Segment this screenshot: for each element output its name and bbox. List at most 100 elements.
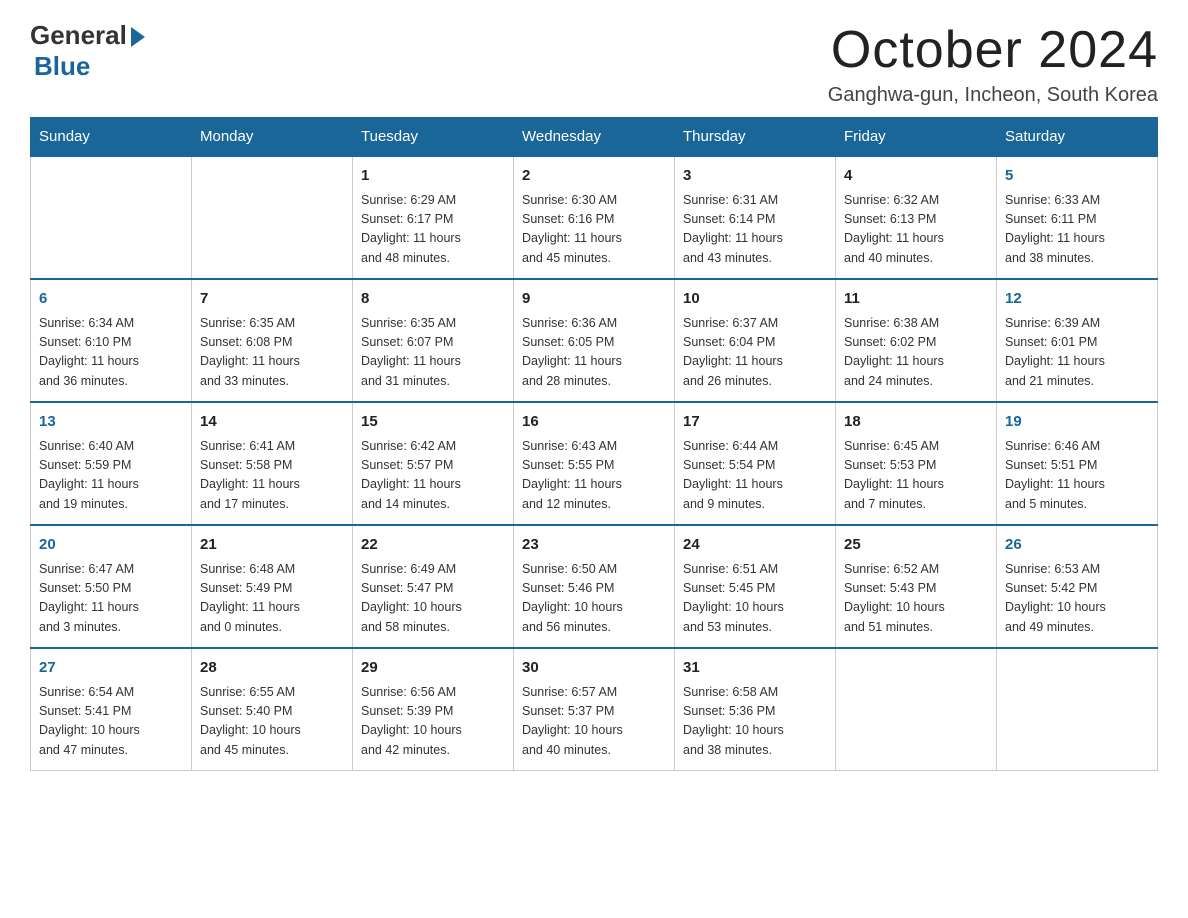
calendar-cell: 18 Sunrise: 6:45 AM Sunset: 5:53 PM Dayli… (836, 402, 997, 525)
calendar-table: SundayMondayTuesdayWednesdayThursdayFrid… (30, 117, 1158, 771)
day-info: Sunrise: 6:38 AM Sunset: 6:02 PM Dayligh… (844, 314, 988, 392)
day-number: 5 (1005, 165, 1149, 188)
day-info: Sunrise: 6:52 AM Sunset: 5:43 PM Dayligh… (844, 560, 988, 638)
day-info: Sunrise: 6:48 AM Sunset: 5:49 PM Dayligh… (200, 560, 344, 638)
calendar-cell: 13Sunrise: 6:40 AM Sunset: 5:59 PM Dayli… (31, 402, 192, 525)
calendar-week-1: 1 Sunrise: 6:29 AM Sunset: 6:17 PM Daylig… (31, 156, 1158, 279)
calendar-cell: 7Sunrise: 6:35 AM Sunset: 6:08 PM Daylig… (192, 279, 353, 402)
logo-blue-text: Blue (34, 51, 90, 82)
weekday-header-tuesday: Tuesday (353, 118, 514, 157)
day-info: Sunrise: 6:43 AM Sunset: 5:55 PM Dayligh… (522, 437, 666, 515)
day-number: 21 (200, 534, 344, 557)
day-info: Sunrise: 6:53 AM Sunset: 5:42 PM Dayligh… (1005, 560, 1149, 638)
day-info: Sunrise: 6:57 AM Sunset: 5:37 PM Dayligh… (522, 683, 666, 761)
day-number: 9 (522, 288, 666, 311)
day-info: Sunrise: 6:46 AM Sunset: 5:51 PM Dayligh… (1005, 437, 1149, 515)
calendar-cell: 6 Sunrise: 6:34 AM Sunset: 6:10 PM Daylig… (31, 279, 192, 402)
calendar-cell: 30 Sunrise: 6:57 AM Sunset: 5:37 PM Dayli… (514, 648, 675, 771)
day-number: 15 (361, 411, 505, 434)
calendar-cell: 19 Sunrise: 6:46 AM Sunset: 5:51 PM Dayli… (997, 402, 1158, 525)
day-number: 14 (200, 411, 344, 434)
day-number: 4 (844, 165, 988, 188)
day-number: 2 (522, 165, 666, 188)
weekday-header-friday: Friday (836, 118, 997, 157)
calendar-cell: 22Sunrise: 6:49 AM Sunset: 5:47 PM Dayli… (353, 525, 514, 648)
day-info: Sunrise: 6:32 AM Sunset: 6:13 PM Dayligh… (844, 191, 988, 269)
calendar-cell: 17 Sunrise: 6:44 AM Sunset: 5:54 PM Dayli… (675, 402, 836, 525)
calendar-cell: 3Sunrise: 6:31 AM Sunset: 6:14 PM Daylig… (675, 156, 836, 279)
day-number: 29 (361, 657, 505, 680)
calendar-cell: 28 Sunrise: 6:55 AM Sunset: 5:40 PM Dayli… (192, 648, 353, 771)
day-info: Sunrise: 6:50 AM Sunset: 5:46 PM Dayligh… (522, 560, 666, 638)
day-info: Sunrise: 6:51 AM Sunset: 5:45 PM Dayligh… (683, 560, 827, 638)
day-info: Sunrise: 6:45 AM Sunset: 5:53 PM Dayligh… (844, 437, 988, 515)
calendar-cell: 24 Sunrise: 6:51 AM Sunset: 5:45 PM Dayli… (675, 525, 836, 648)
calendar-cell: 20Sunrise: 6:47 AM Sunset: 5:50 PM Dayli… (31, 525, 192, 648)
day-number: 28 (200, 657, 344, 680)
day-info: Sunrise: 6:54 AM Sunset: 5:41 PM Dayligh… (39, 683, 183, 761)
calendar-cell (997, 648, 1158, 771)
calendar-cell (192, 156, 353, 279)
logo: General Blue (30, 20, 145, 82)
weekday-header-monday: Monday (192, 118, 353, 157)
day-number: 25 (844, 534, 988, 557)
calendar-cell: 10 Sunrise: 6:37 AM Sunset: 6:04 PM Dayli… (675, 279, 836, 402)
day-number: 1 (361, 165, 505, 188)
day-number: 30 (522, 657, 666, 680)
calendar-cell: 31 Sunrise: 6:58 AM Sunset: 5:36 PM Dayli… (675, 648, 836, 771)
day-info: Sunrise: 6:37 AM Sunset: 6:04 PM Dayligh… (683, 314, 827, 392)
day-info: Sunrise: 6:44 AM Sunset: 5:54 PM Dayligh… (683, 437, 827, 515)
day-info: Sunrise: 6:30 AM Sunset: 6:16 PM Dayligh… (522, 191, 666, 269)
day-info: Sunrise: 6:34 AM Sunset: 6:10 PM Dayligh… (39, 314, 183, 392)
calendar-cell: 23 Sunrise: 6:50 AM Sunset: 5:46 PM Dayli… (514, 525, 675, 648)
calendar-cell: 2 Sunrise: 6:30 AM Sunset: 6:16 PM Daylig… (514, 156, 675, 279)
day-info: Sunrise: 6:29 AM Sunset: 6:17 PM Dayligh… (361, 191, 505, 269)
month-title: October 2024 (828, 20, 1158, 80)
day-number: 16 (522, 411, 666, 434)
day-number: 10 (683, 288, 827, 311)
day-info: Sunrise: 6:33 AM Sunset: 6:11 PM Dayligh… (1005, 191, 1149, 269)
day-number: 24 (683, 534, 827, 557)
day-number: 23 (522, 534, 666, 557)
calendar-cell: 14 Sunrise: 6:41 AM Sunset: 5:58 PM Dayli… (192, 402, 353, 525)
day-number: 19 (1005, 411, 1149, 434)
logo-general-text: General (30, 20, 127, 51)
day-number: 8 (361, 288, 505, 311)
calendar-cell: 26 Sunrise: 6:53 AM Sunset: 5:42 PM Dayli… (997, 525, 1158, 648)
calendar-cell: 8 Sunrise: 6:35 AM Sunset: 6:07 PM Daylig… (353, 279, 514, 402)
header-row: SundayMondayTuesdayWednesdayThursdayFrid… (31, 118, 1158, 157)
day-number: 22 (361, 534, 505, 557)
day-number: 26 (1005, 534, 1149, 557)
day-info: Sunrise: 6:35 AM Sunset: 6:07 PM Dayligh… (361, 314, 505, 392)
day-info: Sunrise: 6:56 AM Sunset: 5:39 PM Dayligh… (361, 683, 505, 761)
day-info: Sunrise: 6:41 AM Sunset: 5:58 PM Dayligh… (200, 437, 344, 515)
calendar-week-3: 13Sunrise: 6:40 AM Sunset: 5:59 PM Dayli… (31, 402, 1158, 525)
day-number: 31 (683, 657, 827, 680)
day-number: 6 (39, 288, 183, 311)
calendar-cell: 16 Sunrise: 6:43 AM Sunset: 5:55 PM Dayli… (514, 402, 675, 525)
day-info: Sunrise: 6:36 AM Sunset: 6:05 PM Dayligh… (522, 314, 666, 392)
calendar-cell: 15 Sunrise: 6:42 AM Sunset: 5:57 PM Dayli… (353, 402, 514, 525)
day-number: 18 (844, 411, 988, 434)
calendar-week-5: 27Sunrise: 6:54 AM Sunset: 5:41 PM Dayli… (31, 648, 1158, 771)
day-number: 12 (1005, 288, 1149, 311)
day-number: 13 (39, 411, 183, 434)
weekday-header-sunday: Sunday (31, 118, 192, 157)
title-section: October 2024 Ganghwa-gun, Incheon, South… (828, 20, 1158, 107)
calendar-cell: 12Sunrise: 6:39 AM Sunset: 6:01 PM Dayli… (997, 279, 1158, 402)
calendar-cell (836, 648, 997, 771)
weekday-header-saturday: Saturday (997, 118, 1158, 157)
day-info: Sunrise: 6:47 AM Sunset: 5:50 PM Dayligh… (39, 560, 183, 638)
page-header: General Blue October 2024 Ganghwa-gun, I… (30, 20, 1158, 107)
calendar-cell: 9 Sunrise: 6:36 AM Sunset: 6:05 PM Daylig… (514, 279, 675, 402)
day-number: 11 (844, 288, 988, 311)
day-number: 17 (683, 411, 827, 434)
day-info: Sunrise: 6:55 AM Sunset: 5:40 PM Dayligh… (200, 683, 344, 761)
calendar-cell: 1 Sunrise: 6:29 AM Sunset: 6:17 PM Daylig… (353, 156, 514, 279)
calendar-cell: 29 Sunrise: 6:56 AM Sunset: 5:39 PM Dayli… (353, 648, 514, 771)
calendar-cell: 27Sunrise: 6:54 AM Sunset: 5:41 PM Dayli… (31, 648, 192, 771)
day-info: Sunrise: 6:42 AM Sunset: 5:57 PM Dayligh… (361, 437, 505, 515)
calendar-cell: 5 Sunrise: 6:33 AM Sunset: 6:11 PM Daylig… (997, 156, 1158, 279)
calendar-cell: 21 Sunrise: 6:48 AM Sunset: 5:49 PM Dayli… (192, 525, 353, 648)
day-info: Sunrise: 6:58 AM Sunset: 5:36 PM Dayligh… (683, 683, 827, 761)
